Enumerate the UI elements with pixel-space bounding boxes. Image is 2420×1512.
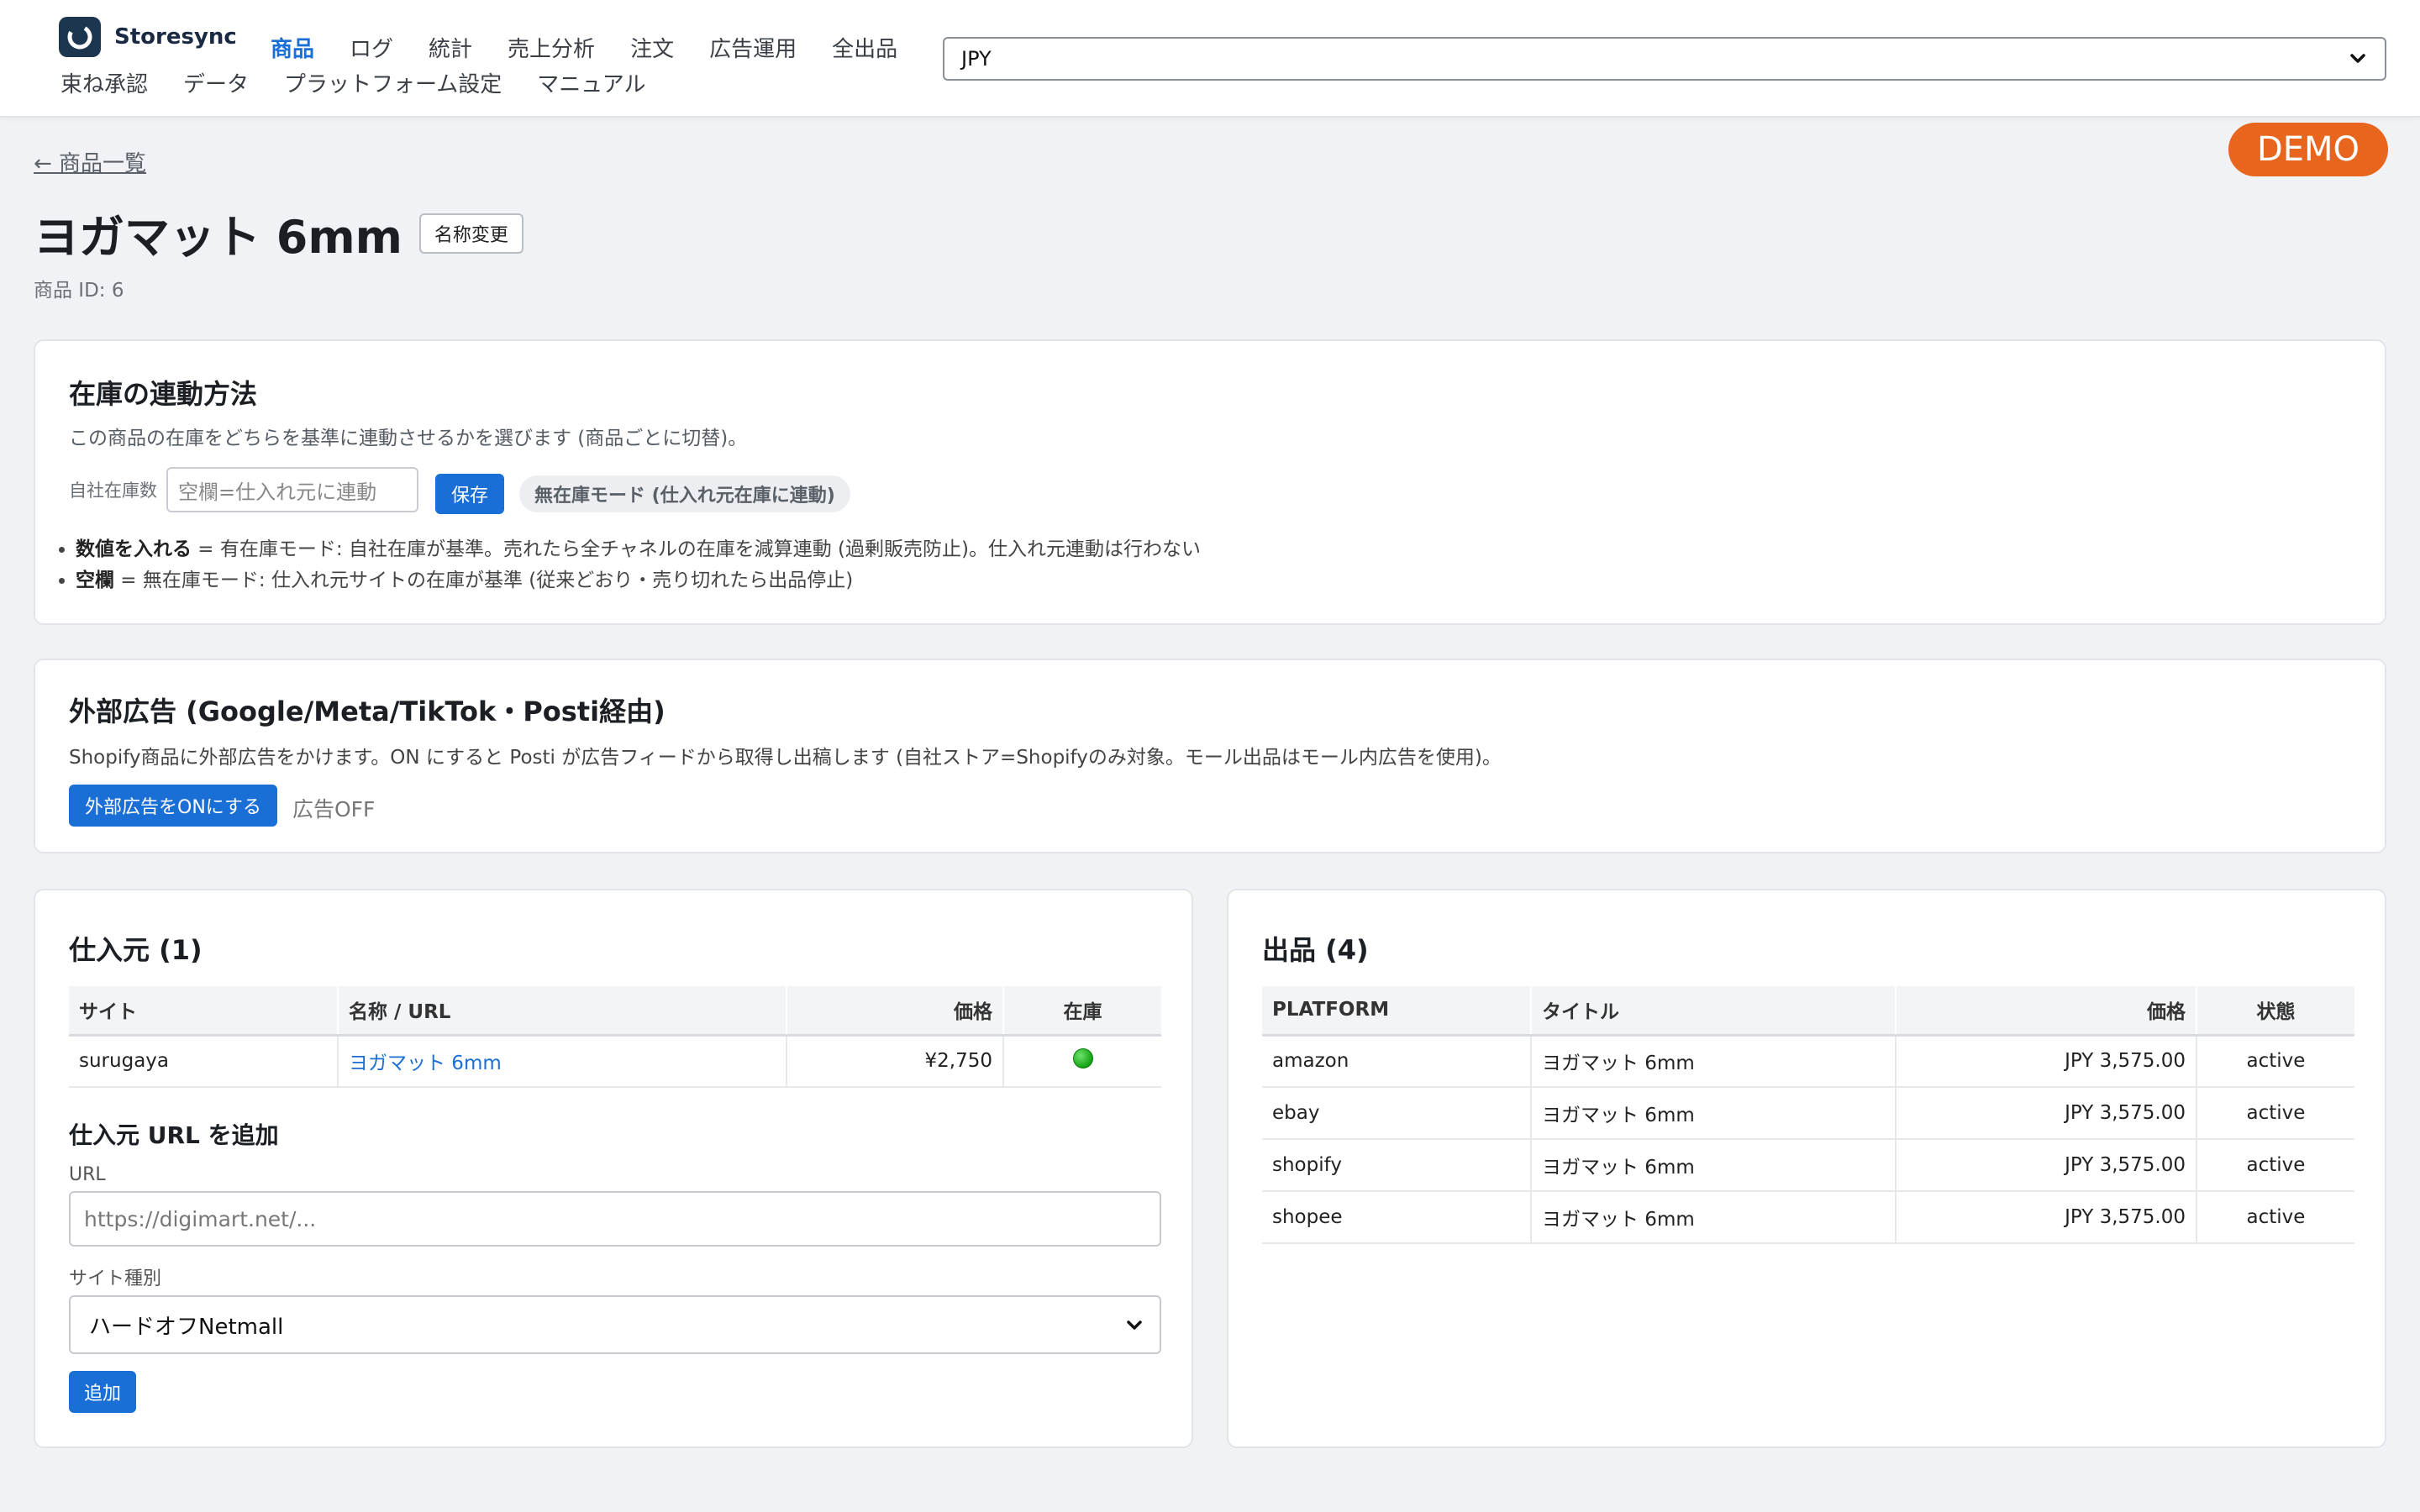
col-platform: PLATFORM <box>1262 986 1532 1037</box>
listing-status: active <box>2196 1191 2354 1244</box>
save-button[interactable]: 保存 <box>435 474 504 514</box>
nav-products[interactable]: 商品 <box>271 32 314 63</box>
table-row: ebay ヨガマット 6mm JPY 3,575.00 active <box>1262 1087 2354 1140</box>
listings-table: PLATFORM タイトル 価格 状態 amazon ヨガマット 6mm JPY… <box>1262 986 2354 1244</box>
site-type-selected: ハードオフNetmall <box>89 1314 284 1340</box>
add-source-title: 仕入元 URL を追加 <box>69 1121 279 1149</box>
ads-card-title: 外部広告 (Google/Meta/TikTok・Posti経由) <box>69 696 666 727</box>
col-status: 状態 <box>2196 986 2354 1037</box>
sources-card-title: 仕入元 (1) <box>69 934 203 966</box>
own-stock-label: 自社在庫数 <box>69 480 157 501</box>
currency-selected-value: JPY <box>961 47 992 71</box>
col-site: サイト <box>69 986 339 1037</box>
listing-platform: amazon <box>1262 1035 1532 1088</box>
listing-title: ヨガマット 6mm <box>1531 1087 1897 1140</box>
col-title: タイトル <box>1531 986 1897 1037</box>
col-price: 価格 <box>1896 986 2197 1037</box>
storesync-logo-icon <box>59 17 101 57</box>
table-row: shopify ヨガマット 6mm JPY 3,575.00 active <box>1262 1139 2354 1192</box>
table-header-row: PLATFORM タイトル 価格 状態 <box>1262 986 2354 1037</box>
ads-status: 広告OFF <box>292 797 376 822</box>
top-header: Storesync 商品 ログ 統計 売上分析 注文 広告運用 全出品 束ね承認… <box>0 0 2420 118</box>
nav-ads[interactable]: 広告運用 <box>709 32 797 63</box>
list-item: 数値を入れる = 有在庫モード: 自社在庫が基準。売れたら全チャネルの在庫を減算… <box>76 534 1201 565</box>
main-nav-row1: 商品 ログ 統計 売上分析 注文 広告運用 全出品 <box>271 32 897 63</box>
stock-mode-explanation: 数値を入れる = 有在庫モード: 自社在庫が基準。売れたら全チャネルの在庫を減算… <box>76 534 1201 596</box>
main-nav-row2: 束ね承認 データ プラットフォーム設定 マニュアル <box>60 67 646 98</box>
back-to-products-link[interactable]: ← 商品一覧 <box>34 146 146 177</box>
nav-sales-analysis[interactable]: 売上分析 <box>508 32 595 63</box>
listings-card-title: 出品 (4) <box>1262 934 1369 966</box>
stock-card-description: この商品の在庫をどちらを基準に連動させるかを選びます (商品ごとに切替)。 <box>69 428 748 449</box>
site-type-select[interactable]: ハードオフNetmall <box>69 1295 1161 1354</box>
listing-title: ヨガマット 6mm <box>1531 1191 1897 1244</box>
listings-card: 出品 (4) PLATFORM タイトル 価格 状態 amazon ヨガマット … <box>1227 889 2386 1448</box>
listing-platform: ebay <box>1262 1087 1532 1140</box>
product-title-row: ヨガマット 6mm 名称変更 <box>34 200 523 266</box>
listing-status: active <box>2196 1139 2354 1192</box>
nav-manual[interactable]: マニュアル <box>537 67 645 98</box>
brand-name: Storesync <box>114 24 237 50</box>
brand[interactable]: Storesync <box>59 17 237 57</box>
own-stock-input[interactable]: 空欄=仕入れ元に連動 <box>166 467 418 512</box>
listing-price: JPY 3,575.00 <box>1896 1087 2197 1140</box>
sources-card: 仕入元 (1) サイト 名称 / URL 価格 在庫 surugaya ヨガマッ… <box>34 889 1193 1448</box>
nav-data[interactable]: データ <box>183 67 249 98</box>
ads-card-description: Shopify商品に外部広告をかけます。ON にすると Posti が広告フィー… <box>69 747 1502 769</box>
stock-mode-pill: 無在庫モード (仕入れ元在庫に連動) <box>519 475 850 512</box>
nav-platform-settings[interactable]: プラットフォーム設定 <box>284 67 502 98</box>
nav-logs[interactable]: ログ <box>350 32 393 63</box>
source-url-input[interactable]: https://digimart.net/... <box>69 1191 1161 1247</box>
nav-all-listings[interactable]: 全出品 <box>832 32 897 63</box>
table-row: surugaya ヨガマット 6mm ¥2,750 <box>69 1035 1161 1088</box>
list-item: 空欄 = 無在庫モード: 仕入れ元サイトの在庫が基準 (従来どおり・売り切れたら… <box>76 565 1201 596</box>
nav-bundle-approval[interactable]: 束ね承認 <box>60 67 148 98</box>
source-site: surugaya <box>69 1035 339 1088</box>
chevron-down-icon <box>2346 47 2370 76</box>
nav-stats[interactable]: 統計 <box>429 32 472 63</box>
listing-price: JPY 3,575.00 <box>1896 1139 2197 1192</box>
listing-platform: shopify <box>1262 1139 1532 1192</box>
in-stock-indicator-icon <box>1072 1048 1093 1069</box>
listing-price: JPY 3,575.00 <box>1896 1035 2197 1088</box>
currency-select[interactable]: JPY <box>943 37 2386 81</box>
chevron-down-icon <box>1123 1314 1146 1343</box>
source-price: ¥2,750 <box>786 1035 1004 1088</box>
col-stock: 在庫 <box>1003 986 1161 1037</box>
table-row: shopee ヨガマット 6mm JPY 3,575.00 active <box>1262 1191 2354 1244</box>
source-name-link[interactable]: ヨガマット 6mm <box>349 1053 502 1074</box>
add-source-button[interactable]: 追加 <box>69 1371 136 1413</box>
own-stock-placeholder: 空欄=仕入れ元に連動 <box>178 480 377 504</box>
listing-status: active <box>2196 1035 2354 1088</box>
rename-button[interactable]: 名称変更 <box>418 213 523 254</box>
page-title: ヨガマット 6mm <box>34 211 402 264</box>
listing-price: JPY 3,575.00 <box>1896 1191 2197 1244</box>
listing-platform: shopee <box>1262 1191 1532 1244</box>
table-row: amazon ヨガマット 6mm JPY 3,575.00 active <box>1262 1035 2354 1088</box>
url-label: URL <box>69 1164 106 1185</box>
enable-external-ads-button[interactable]: 外部広告をONにする <box>69 785 277 827</box>
listing-title: ヨガマット 6mm <box>1531 1035 1897 1088</box>
sources-table: サイト 名称 / URL 価格 在庫 surugaya ヨガマット 6mm ¥2… <box>69 986 1161 1088</box>
source-url-placeholder: https://digimart.net/... <box>84 1206 317 1231</box>
product-id: 商品 ID: 6 <box>34 280 124 302</box>
listing-status: active <box>2196 1087 2354 1140</box>
table-header-row: サイト 名称 / URL 価格 在庫 <box>69 986 1161 1037</box>
nav-orders[interactable]: 注文 <box>630 32 674 63</box>
listing-title: ヨガマット 6mm <box>1531 1139 1897 1192</box>
col-price: 価格 <box>786 986 1004 1037</box>
col-name-url: 名称 / URL <box>338 986 787 1037</box>
external-ads-card: 外部広告 (Google/Meta/TikTok・Posti経由) Shopif… <box>34 659 2386 853</box>
demo-badge: DEMO <box>2228 123 2388 176</box>
stock-card-title: 在庫の連動方法 <box>69 378 258 410</box>
site-type-label: サイト種別 <box>69 1268 162 1289</box>
